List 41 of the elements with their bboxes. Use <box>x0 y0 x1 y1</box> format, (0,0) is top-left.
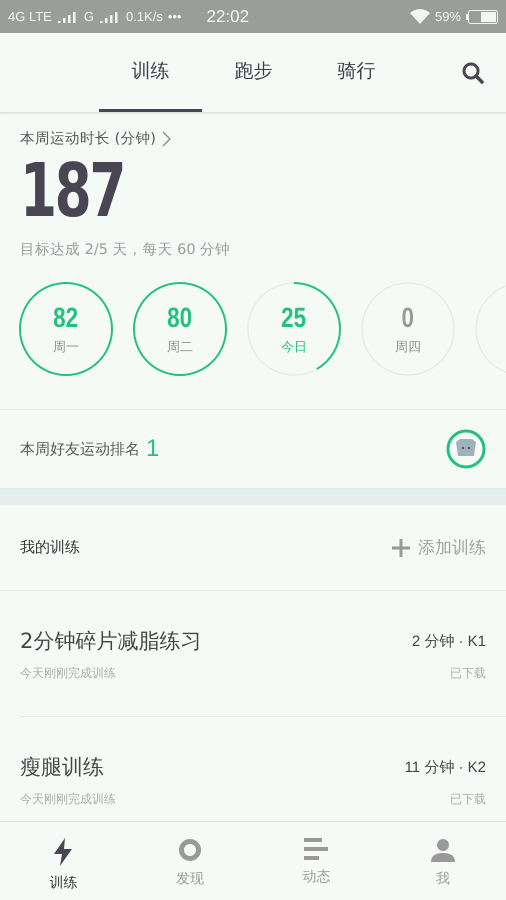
nav-tab[interactable]: 训练 <box>0 822 126 900</box>
chevron-icon <box>162 130 171 146</box>
clock: 22:02 <box>206 6 250 26</box>
workout-name[interactable]: 瘦腿训练 <box>20 753 405 781</box>
feed-icon <box>304 838 328 860</box>
plus-icon <box>392 538 410 556</box>
battery-icon <box>466 10 498 24</box>
workout-duration: 11 分钟 · K2 <box>404 758 486 776</box>
ranking-label: 本周好友运动排名 <box>20 440 140 458</box>
section-title: 我的训练 <box>20 538 80 557</box>
download-status: 已下载 <box>450 791 486 808</box>
network-type: 4G LTE <box>8 9 52 24</box>
network-speed: 0.1K/s <box>126 9 163 24</box>
tab[interactable]: 跑步 <box>202 33 305 112</box>
tab[interactable]: 训练 <box>99 33 202 112</box>
workout-note: 今天刚刚完成训练 <box>20 791 117 808</box>
day-minutes: 80 <box>168 302 192 334</box>
more-dots: ••• <box>168 9 182 24</box>
day-label: 周四 <box>395 339 421 356</box>
search-icon[interactable] <box>462 62 484 84</box>
wifi-icon <box>410 9 430 24</box>
network-type: G <box>84 9 94 24</box>
day-minutes: 82 <box>54 302 78 334</box>
weekly-duration-link[interactable]: 本周运动时长 (分钟) <box>20 129 171 148</box>
total-minutes: 187 <box>20 154 124 228</box>
download-status: 已下载 <box>450 665 486 682</box>
workout-name[interactable]: 2分钟碎片减脂练习 <box>20 627 412 655</box>
goal-text: 目标达成 2/5 天，每天 60 分钟 <box>20 241 232 259</box>
day-label: 今日 <box>281 339 307 356</box>
person-icon <box>430 838 455 862</box>
day-label: 周一 <box>53 339 79 356</box>
workout-note: 今天刚刚完成训练 <box>20 665 117 682</box>
battery-percent: 59% <box>434 9 461 24</box>
workout-duration: 2 分钟 · K1 <box>412 632 486 650</box>
day-label: 周二 <box>167 339 193 356</box>
ranking-number: 1 <box>146 435 160 463</box>
day-minutes: 25 <box>282 302 306 334</box>
lightning-icon <box>52 838 74 866</box>
tab[interactable]: 骑行 <box>305 33 408 112</box>
day-minutes: 0 <box>402 302 414 334</box>
ring-icon <box>178 838 202 862</box>
